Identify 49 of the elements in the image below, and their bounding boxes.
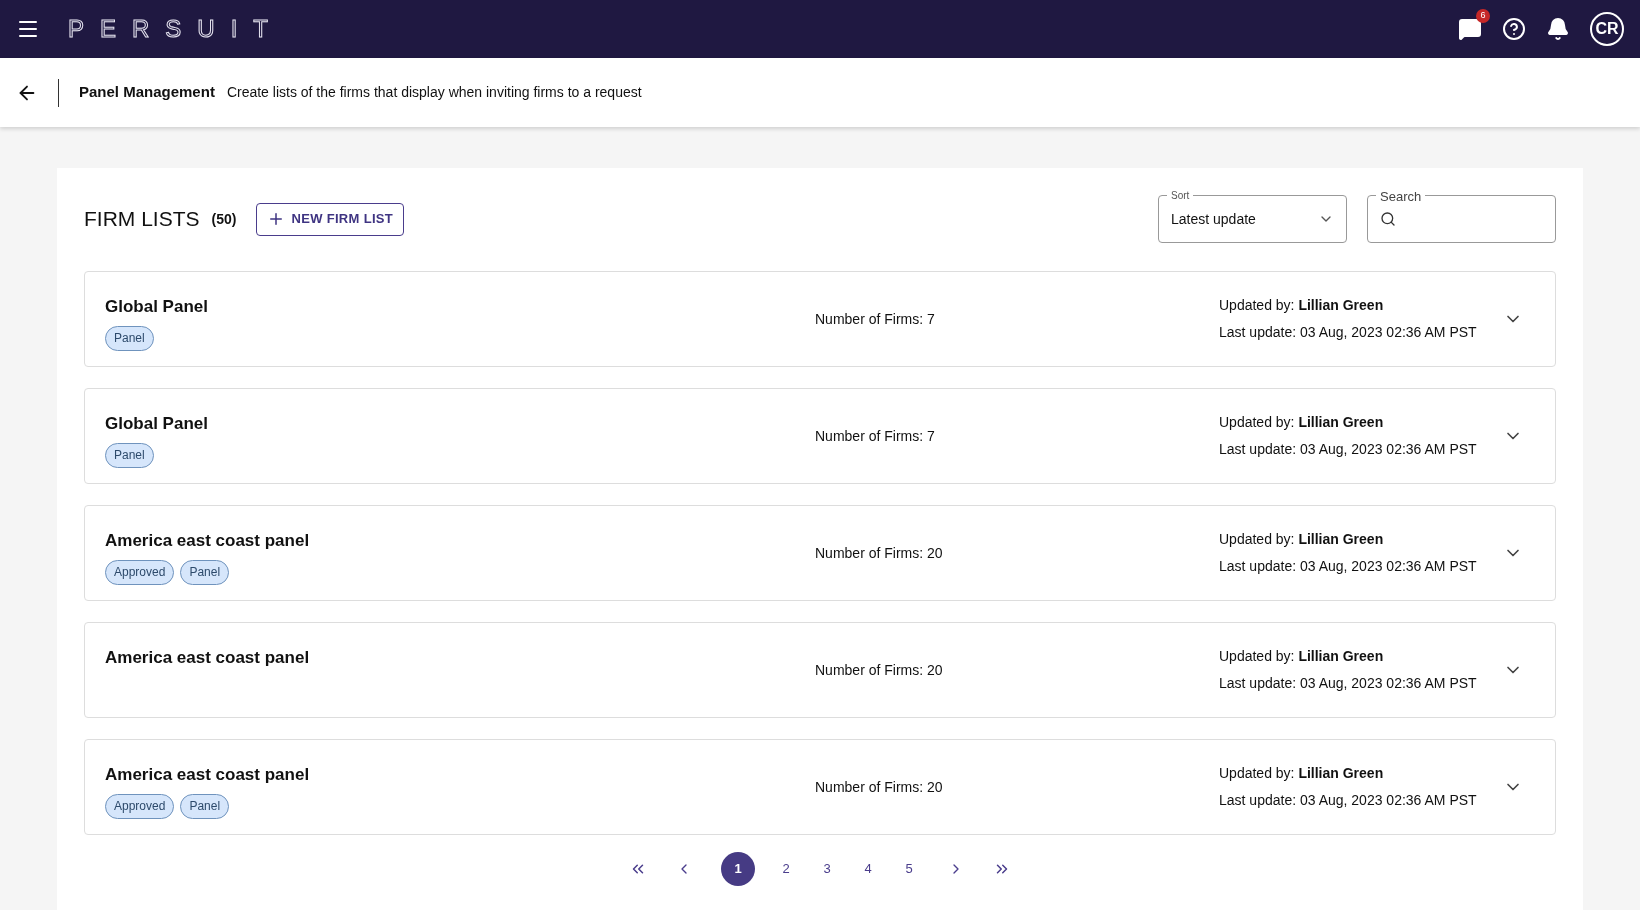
firm-list-row[interactable]: America east coast panel Number of Firms: 20 Updated by: Lillian Green Last update: 03 Aug, 2023 02:36 AM PST [84, 622, 1556, 718]
user-avatar[interactable]: CR [1590, 12, 1624, 46]
last-update: Last update: 03 Aug, 2023 02:36 AM PST [1219, 440, 1477, 459]
firm-list-name: America east coast panel [105, 647, 311, 669]
messages-button[interactable]: 6 [1458, 9, 1490, 41]
notification-badge: 6 [1476, 9, 1490, 23]
updated-by: Updated by: Lillian Green [1219, 530, 1385, 549]
updated-by: Updated by: Lillian Green [1219, 647, 1385, 666]
last-update: Last update: 03 Aug, 2023 02:36 AM PST [1219, 791, 1477, 810]
new-firm-list-button[interactable]: NEW FIRM LIST [256, 202, 405, 236]
firm-list-row[interactable]: America east coast panel Approved Panel Number of Firms: 20 Updated by: Lillian Green Last update: 03 Aug, 2023 02:36 AM PST [84, 739, 1556, 835]
firm-count: Number of Firms: 20 [815, 777, 944, 797]
sort-value: Latest update [1171, 209, 1256, 229]
list-count: (50) [211, 209, 237, 229]
page-button[interactable]: 1 [721, 852, 755, 886]
search-icon [1380, 211, 1396, 227]
firm-list-row[interactable]: Global Panel Panel Number of Firms: 7 Updated by: Lillian Green Last update: 03 Aug, 2023 02:36 AM PST [84, 388, 1556, 484]
page-button[interactable]: 4 [858, 852, 878, 886]
firm-list-name: Global Panel [105, 413, 209, 435]
firm-count: Number of Firms: 20 [815, 543, 944, 563]
tag: Panel [180, 793, 230, 819]
firm-count: Number of Firms: 7 [815, 309, 936, 329]
tag: Panel [105, 442, 154, 468]
firm-list-name: Global Panel [105, 296, 209, 318]
section-title: FIRM LISTS [84, 206, 200, 233]
tag: Panel [105, 325, 154, 351]
logo: PERSUIT [68, 14, 284, 44]
page-button[interactable]: 5 [899, 852, 919, 886]
tag: Approved [105, 559, 175, 585]
bell-icon[interactable] [1546, 17, 1570, 41]
tag: Approved [105, 793, 175, 819]
page-title: Panel Management [79, 82, 215, 103]
help-icon[interactable] [1502, 17, 1526, 41]
firm-list-name: America east coast panel [105, 530, 311, 552]
last-update: Last update: 03 Aug, 2023 02:36 AM PST [1219, 323, 1477, 342]
firm-count: Number of Firms: 20 [815, 660, 944, 680]
updated-by: Updated by: Lillian Green [1219, 764, 1385, 783]
last-update: Last update: 03 Aug, 2023 02:36 AM PST [1219, 557, 1477, 576]
page-button[interactable]: 2 [776, 852, 796, 886]
firm-list-row[interactable]: America east coast panel Approved Panel Number of Firms: 20 Updated by: Lillian Green Last update: 03 Aug, 2023 02:36 AM PST [84, 505, 1556, 601]
tag: Panel [180, 559, 230, 585]
firm-list-row[interactable]: Global Panel Panel Number of Firms: 7 Updated by: Lillian Green Last update: 03 Aug, 2023 02:36 AM PST [84, 271, 1556, 367]
updated-by: Updated by: Lillian Green [1219, 296, 1385, 315]
updated-by: Updated by: Lillian Green [1219, 413, 1385, 432]
page-button[interactable]: 3 [817, 852, 837, 886]
last-update: Last update: 03 Aug, 2023 02:36 AM PST [1219, 674, 1477, 693]
firm-list-name: America east coast panel [105, 764, 311, 786]
firm-count: Number of Firms: 7 [815, 426, 936, 446]
page-subtitle: Create lists of the firms that display when inviting firms to a request [226, 83, 642, 102]
